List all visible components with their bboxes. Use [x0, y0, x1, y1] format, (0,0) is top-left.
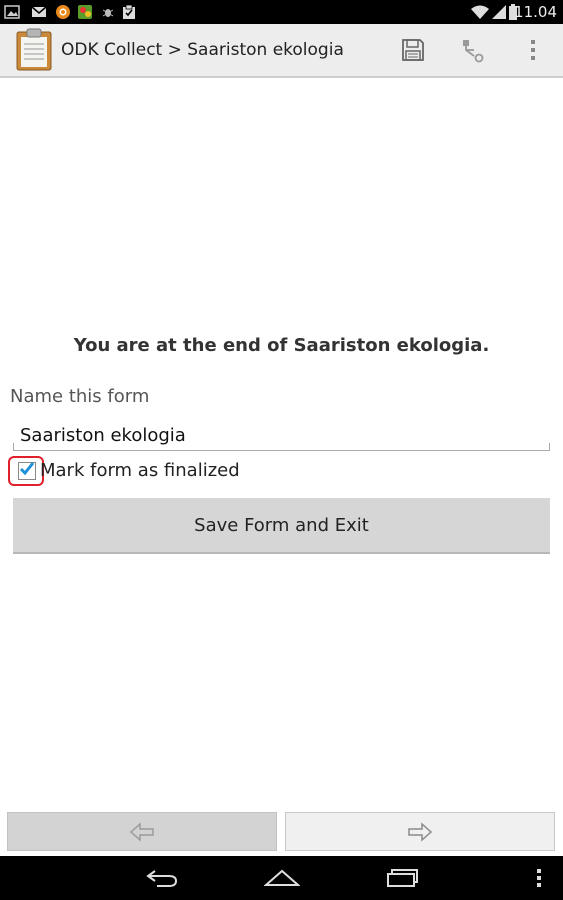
overflow-menu-icon [531, 40, 535, 60]
wifi-icon [471, 5, 489, 19]
back-button[interactable] [142, 864, 182, 892]
finalize-checkbox-label[interactable]: Mark form as finalized [40, 460, 240, 481]
status-bar: 11.04 [0, 0, 563, 24]
recents-icon [387, 869, 418, 887]
home-button[interactable] [262, 864, 302, 892]
page-title: ODK Collect > Saariston ekologia [61, 40, 344, 60]
action-bar: ODK Collect > Saariston ekologia [0, 24, 563, 78]
arrow-right-icon [408, 821, 433, 842]
next-button[interactable] [285, 812, 555, 851]
save-form-and-exit-button[interactable]: Save Form and Exit [13, 498, 550, 554]
bug-icon [102, 9, 114, 17]
save-button[interactable] [396, 34, 430, 66]
finalize-checkbox-highlight [8, 456, 44, 486]
input-edge-left [13, 443, 14, 450]
clipboard-app-icon[interactable] [14, 28, 54, 72]
back-icon [146, 870, 178, 887]
image-icon [4, 5, 20, 19]
finalize-checkbox[interactable] [18, 462, 36, 480]
arrow-left-icon [129, 821, 154, 842]
menu-icon [537, 869, 541, 887]
name-form-label: Name this form [10, 386, 150, 407]
clock: 11.04 [514, 3, 557, 21]
overflow-menu-button[interactable] [516, 34, 550, 66]
home-icon [264, 869, 300, 886]
hierarchy-button[interactable] [456, 34, 490, 66]
form-name-input[interactable] [13, 420, 550, 451]
system-navigation-bar [0, 856, 563, 900]
save-icon [402, 39, 424, 61]
input-edge-right [549, 443, 550, 450]
checkmark-icon [19, 462, 35, 476]
gmail-icon [31, 6, 47, 17]
recents-button[interactable] [382, 864, 422, 892]
orange-app-icon [56, 5, 70, 19]
previous-button[interactable] [7, 812, 277, 851]
signal-icon [492, 5, 506, 19]
game-app-icon [78, 5, 92, 19]
end-of-form-message: You are at the end of Saariston ekologia… [73, 335, 490, 356]
clipboard-check-icon [123, 4, 135, 19]
menu-button[interactable] [532, 864, 546, 892]
hierarchy-icon [463, 40, 484, 63]
